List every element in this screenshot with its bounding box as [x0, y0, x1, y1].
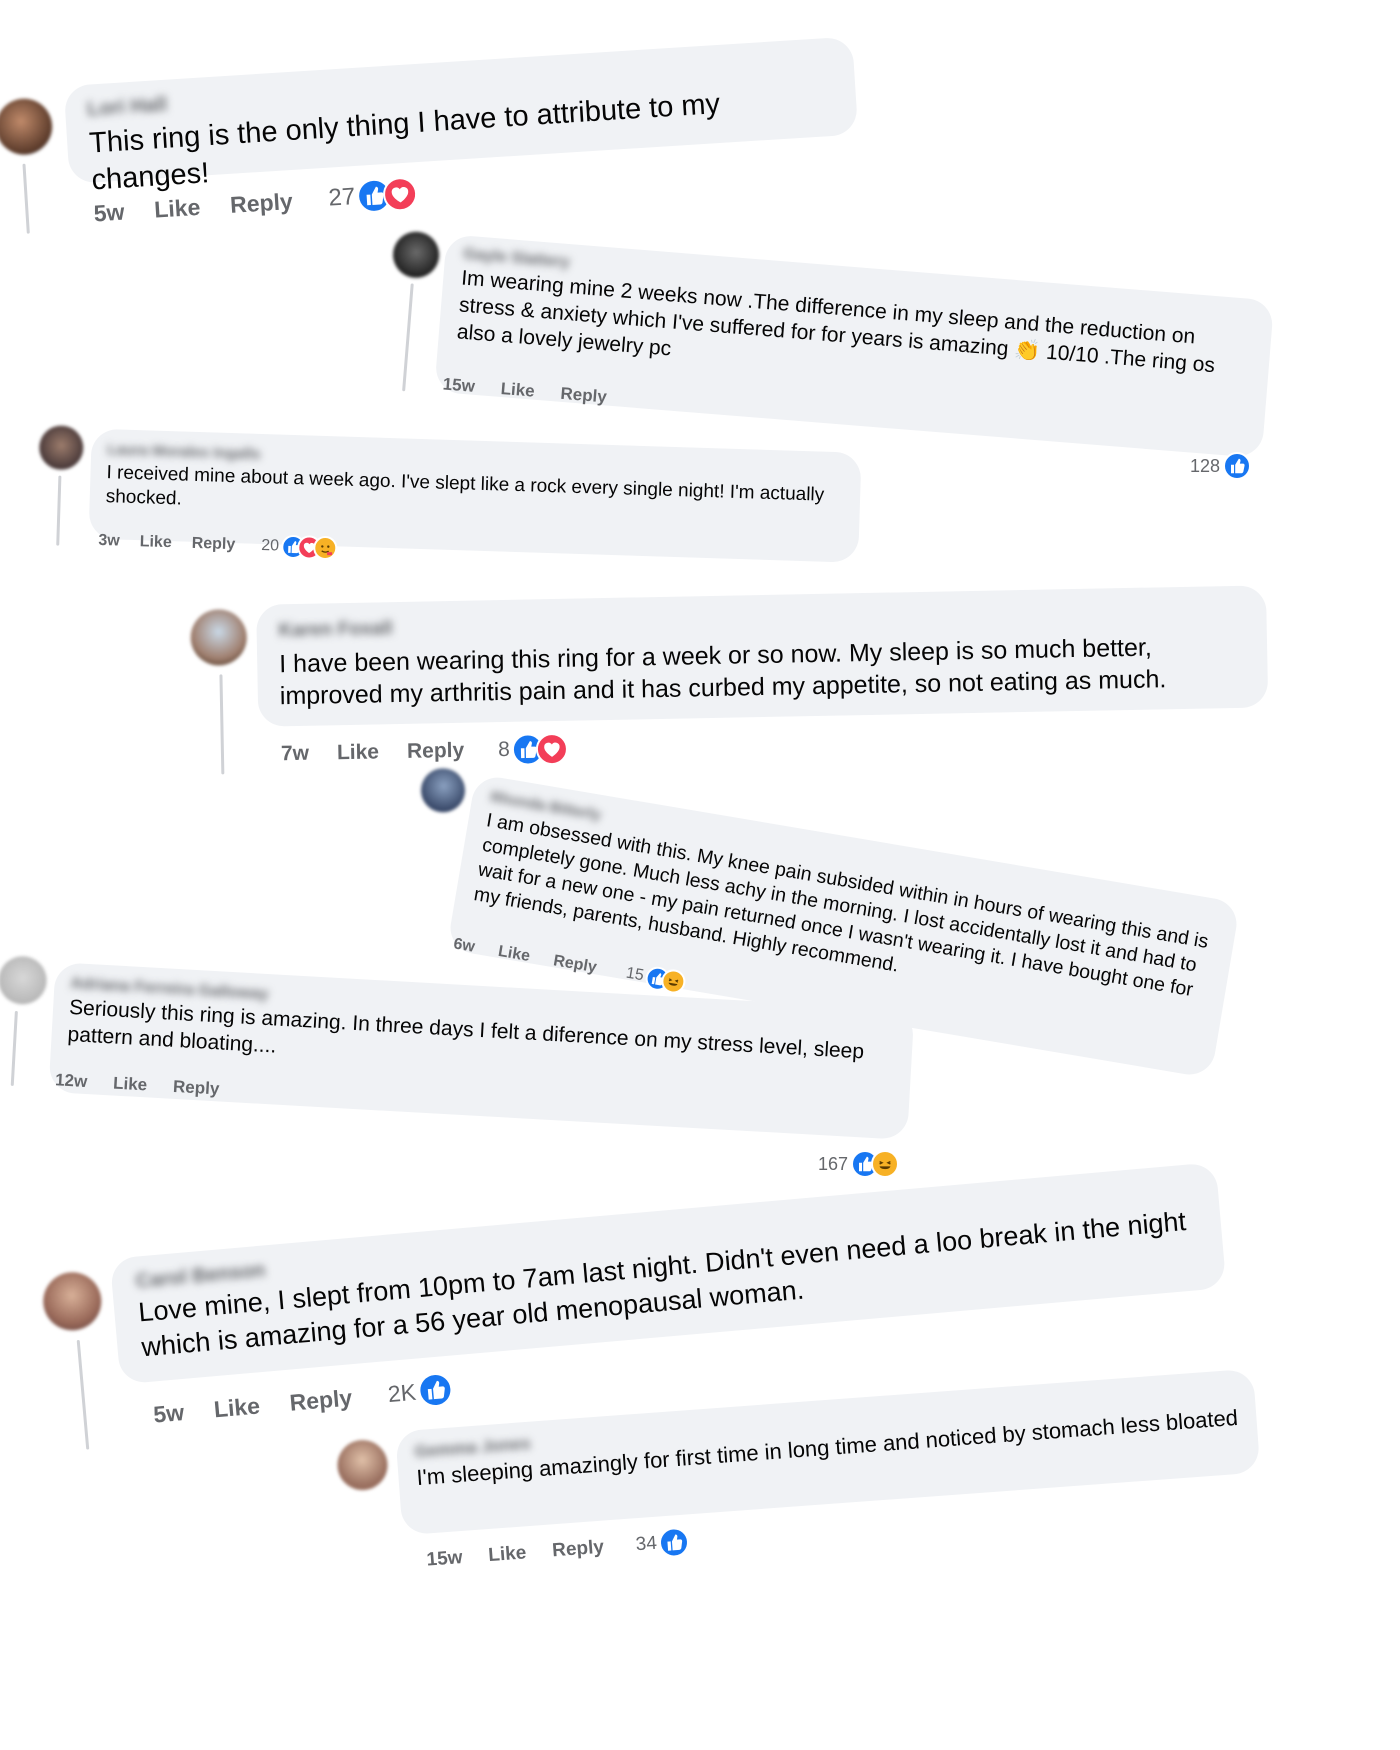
thread-line [10, 1010, 18, 1086]
reaction-count: 2K [386, 1378, 418, 1407]
timestamp[interactable]: 6w [452, 935, 476, 956]
reaction-count: 128 [1190, 455, 1221, 476]
like-icon [1223, 452, 1252, 480]
reaction-count: 27 [327, 183, 357, 212]
timestamp[interactable]: 15w [426, 1547, 463, 1572]
care-icon [312, 535, 338, 561]
timestamp[interactable]: 3w [98, 532, 120, 551]
avatar[interactable] [335, 1438, 390, 1492]
reaction-count: 34 [635, 1532, 658, 1556]
like-button[interactable]: Like [497, 943, 531, 966]
timestamp[interactable]: 15w [442, 374, 476, 397]
author-name[interactable]: Laura Morales Ingalls [107, 441, 261, 463]
reaction-summary[interactable]: 167 [818, 1150, 900, 1178]
comment-bubble: Gemma Jones I'm sleeping amazingly for f… [395, 1368, 1261, 1536]
like-button[interactable]: Like [113, 1074, 148, 1096]
reaction-summary[interactable]: 20 [260, 534, 338, 561]
like-button[interactable]: Like [488, 1542, 528, 1567]
like-icon [416, 1371, 454, 1409]
comment-text: I received mine about a week ago. I've s… [105, 462, 825, 510]
timestamp[interactable]: 7w [281, 742, 309, 767]
avatar[interactable] [391, 230, 441, 280]
comment-actions: 5w Like Reply 2K [152, 1371, 454, 1432]
avatar[interactable] [0, 955, 48, 1006]
timestamp[interactable]: 12w [55, 1070, 88, 1092]
reaction-count: 20 [260, 537, 280, 555]
reply-button[interactable]: Reply [288, 1384, 353, 1416]
comment-text: I have been wearing this ring for a week… [278, 633, 1167, 711]
reply-button[interactable]: Reply [560, 384, 608, 408]
like-button[interactable]: Like [153, 193, 201, 223]
like-button[interactable]: Like [213, 1392, 261, 1423]
thread-line [76, 1339, 90, 1450]
reply-button[interactable]: Reply [191, 535, 235, 554]
reaction-count: 167 [818, 1153, 849, 1174]
reply-button[interactable]: Reply [173, 1077, 220, 1100]
thread-line [22, 163, 30, 234]
reaction-summary[interactable]: 27 [328, 176, 419, 216]
comment-bubble: Gayle Slattery Im wearing mine 2 weeks n… [434, 234, 1275, 459]
comment-text: I'm sleeping amazingly for first time in… [415, 1404, 1239, 1491]
like-icon [657, 1526, 690, 1559]
reaction-count: 15 [624, 964, 646, 985]
timestamp[interactable]: 5w [152, 1399, 185, 1429]
thread-line [56, 475, 62, 546]
reply-button[interactable]: Reply [407, 739, 465, 764]
comment-text: This ring is the only thing I have to at… [88, 87, 721, 197]
like-button[interactable]: Like [337, 740, 379, 765]
author-name[interactable]: Karen Foxall [278, 618, 392, 642]
reply-button[interactable]: Reply [229, 187, 293, 218]
comment-actions: 15w Like Reply 34 [426, 1526, 690, 1575]
like-button[interactable]: Like [500, 379, 535, 402]
reply-button[interactable]: Reply [551, 1537, 604, 1563]
comment-bubble: Karen Foxall I have been wearing this ri… [256, 585, 1269, 727]
thread-line [402, 283, 414, 392]
avatar[interactable] [0, 96, 54, 157]
love-icon [535, 732, 569, 766]
reaction-summary[interactable]: 8 [497, 732, 569, 766]
avatar[interactable] [38, 425, 84, 471]
reaction-summary[interactable]: 128 [1190, 452, 1252, 480]
reaction-summary[interactable]: 2K [386, 1371, 454, 1411]
like-button[interactable]: Like [139, 533, 172, 552]
haha-icon [871, 1150, 900, 1178]
comment-actions: 7w Like Reply 8 [281, 732, 569, 771]
reaction-count: 8 [497, 737, 511, 762]
reply-button[interactable]: Reply [552, 952, 598, 977]
avatar[interactable] [190, 608, 248, 666]
comment-bubble: Carol Benson Love mine, I slept from 10p… [109, 1162, 1227, 1385]
comment-text: Love mine, I slept from 10pm to 7am last… [137, 1206, 1188, 1362]
avatar[interactable] [40, 1269, 104, 1333]
reaction-summary[interactable]: 34 [635, 1526, 690, 1560]
timestamp[interactable]: 5w [93, 198, 125, 227]
avatar[interactable] [417, 765, 469, 816]
author-name[interactable]: Lori Hall [86, 94, 167, 122]
comment-bubble: Lori Hall This ring is the only thing I … [63, 36, 859, 197]
thread-line [219, 674, 225, 775]
love-icon [382, 176, 419, 213]
